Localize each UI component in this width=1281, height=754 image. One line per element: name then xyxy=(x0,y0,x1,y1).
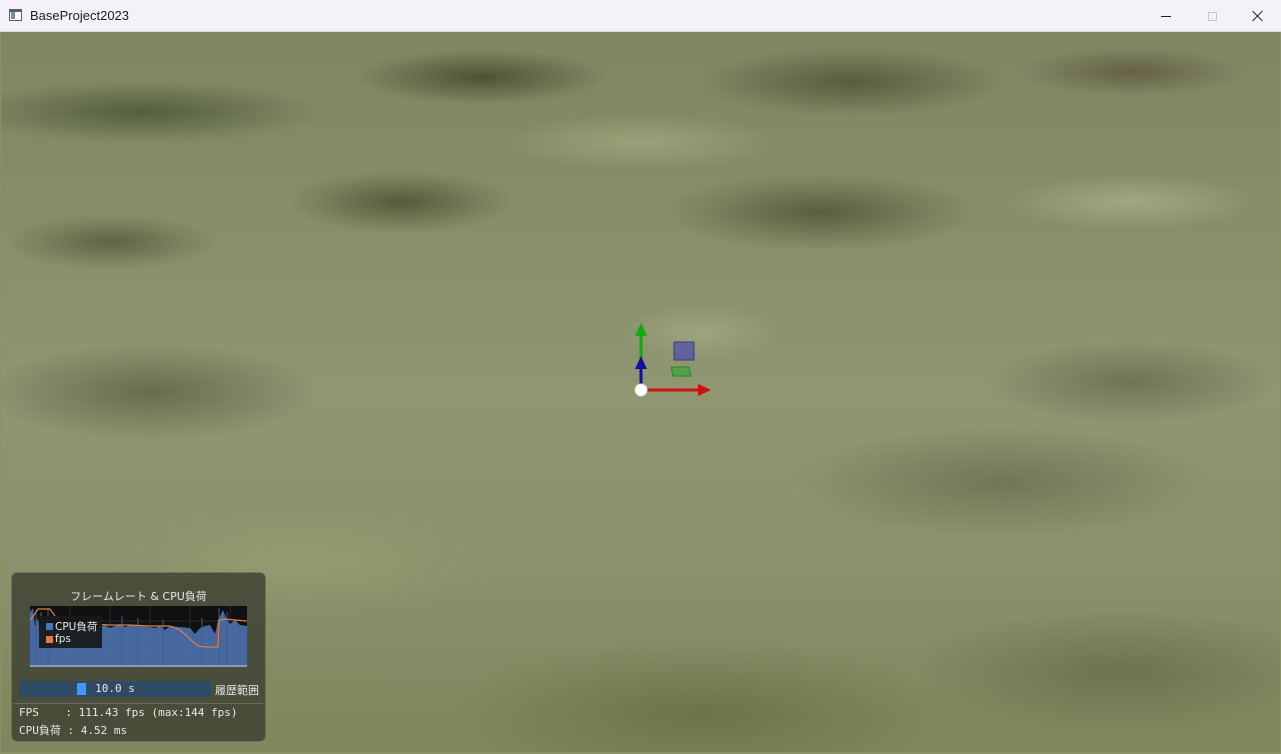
legend-label-cpu: CPU負荷 xyxy=(55,620,98,633)
maximize-button[interactable] xyxy=(1189,0,1235,32)
legend-swatch-cpu xyxy=(46,622,53,630)
title-bar[interactable]: BaseProject2023 xyxy=(0,0,1281,32)
gizmo-x-arrowhead[interactable] xyxy=(698,384,711,396)
maximize-icon xyxy=(1207,11,1217,21)
gizmo-origin-handle[interactable] xyxy=(634,383,648,397)
gizmo-xz-plane-handle[interactable] xyxy=(670,366,692,377)
legend-item-fps[interactable]: fps xyxy=(46,633,71,645)
perf-plot[interactable]: CPU負荷 fps xyxy=(30,606,247,667)
minimize-icon xyxy=(1161,15,1171,17)
cpu-readout: CPU負荷 : 4.52 ms xyxy=(19,724,128,737)
gizmo-xy-plane-handle[interactable] xyxy=(673,341,695,361)
history-range-slider[interactable]: 10.0 s xyxy=(19,681,211,697)
history-range-label: 履歴範囲 xyxy=(215,684,259,697)
plot-legend: CPU負荷 fps xyxy=(39,616,102,648)
slider-value: 10.0 s xyxy=(95,682,135,695)
legend-label-fps: fps xyxy=(55,633,71,645)
window-title: BaseProject2023 xyxy=(30,8,130,23)
overlay-title: フレームレート & CPU負荷 xyxy=(70,590,207,603)
gizmo-z-arrowhead[interactable] xyxy=(635,356,647,369)
minimize-button[interactable] xyxy=(1143,0,1189,32)
fps-readout: FPS : 111.43 fps (max:144 fps) xyxy=(19,706,238,719)
separator xyxy=(14,703,263,704)
legend-item-cpu[interactable]: CPU負荷 xyxy=(46,620,98,633)
app-window-icon xyxy=(9,9,22,21)
close-icon xyxy=(1252,10,1264,22)
close-button[interactable] xyxy=(1235,0,1281,32)
gizmo-y-arrowhead[interactable] xyxy=(635,323,647,336)
perf-overlay-panel[interactable]: フレームレート & CPU負荷 CPU負荷 fps 10.0 s 履歴範囲 FP… xyxy=(11,572,266,742)
legend-swatch-fps xyxy=(46,635,53,643)
